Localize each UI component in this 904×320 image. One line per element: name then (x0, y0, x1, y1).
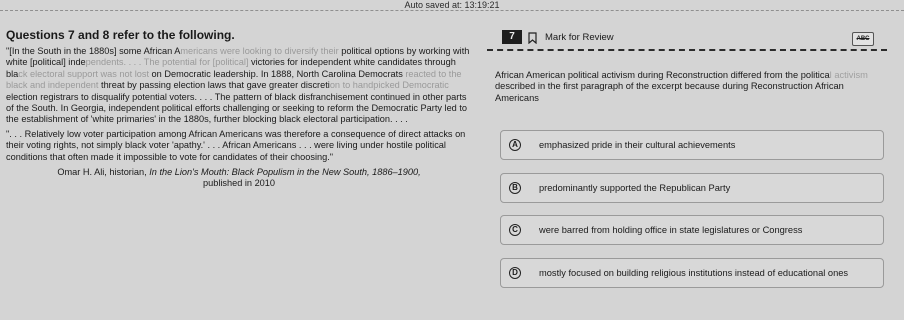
passage-paragraph-1: "[In the South in the 1880s] some Africa… (6, 46, 472, 126)
passage-panel: Questions 7 and 8 refer to the following… (6, 28, 472, 190)
answer-option-b[interactable]: B predominantly supported the Republican… (500, 173, 884, 203)
option-text-c: were barred from holding office in state… (539, 225, 803, 235)
passage-segment: threat by passing election laws that gav… (98, 80, 330, 91)
passage-faded-segment: mericans were looking to diversify their (180, 46, 339, 56)
option-letter-a: A (509, 139, 521, 151)
passage-faded-segment: pendents. . . . The potential for [polit… (85, 57, 249, 68)
answer-option-d[interactable]: D mostly focused on building religious i… (500, 258, 884, 288)
question-number: 7 (502, 30, 522, 44)
answer-eliminator-button[interactable]: ABC (852, 32, 874, 46)
option-letter-d: D (509, 267, 521, 279)
question-stem-text-end: described in the first paragraph of the … (495, 81, 844, 103)
citation-published: published in 2010 (202, 178, 276, 189)
autosave-status: Auto saved at: 13:19:21 (404, 0, 500, 10)
citation-work: In the Lion's Mouth: Black Populism in t… (149, 167, 421, 178)
passage-paragraph-2: ". . . Relatively low voter participatio… (6, 128, 466, 162)
passage-segment: on Democratic leadership. In 1888, North… (149, 68, 406, 79)
answer-option-c[interactable]: C were barred from holding office in sta… (500, 215, 884, 245)
passage-faded-segment: ck electoral support was not lost (18, 68, 149, 79)
answer-option-a[interactable]: A emphasized pride in their cultural ach… (500, 130, 884, 160)
passage-heading: Questions 7 and 8 refer to the following… (6, 28, 235, 42)
option-letter-b: B (509, 182, 521, 194)
question-stem-faded: l activism (829, 70, 868, 80)
option-text-d: mostly focused on building religious ins… (539, 268, 849, 278)
citation-author: Omar H. Ali, historian, (57, 167, 150, 178)
passage-faded-segment: on to handpicked Democratic (329, 80, 449, 91)
passage-segment: "[In the South in the 1880s] some Africa… (6, 46, 181, 56)
question-divider (487, 49, 887, 51)
passage-citation: Omar H. Ali, historian, In the Lion's Mo… (6, 167, 472, 190)
passage-segment: election registrars to disqualify potent… (6, 91, 467, 125)
question-stem: African American political activism duri… (495, 70, 885, 104)
option-text-a: emphasized pride in their cultural achie… (539, 140, 736, 150)
option-text-b: predominantly supported the Republican P… (539, 183, 731, 193)
option-letter-c: C (509, 224, 521, 236)
question-stem-text: African American political activism duri… (495, 70, 830, 80)
bookmark-icon[interactable] (528, 32, 537, 44)
header-divider (0, 10, 904, 11)
mark-for-review-button[interactable]: Mark for Review (545, 32, 614, 44)
